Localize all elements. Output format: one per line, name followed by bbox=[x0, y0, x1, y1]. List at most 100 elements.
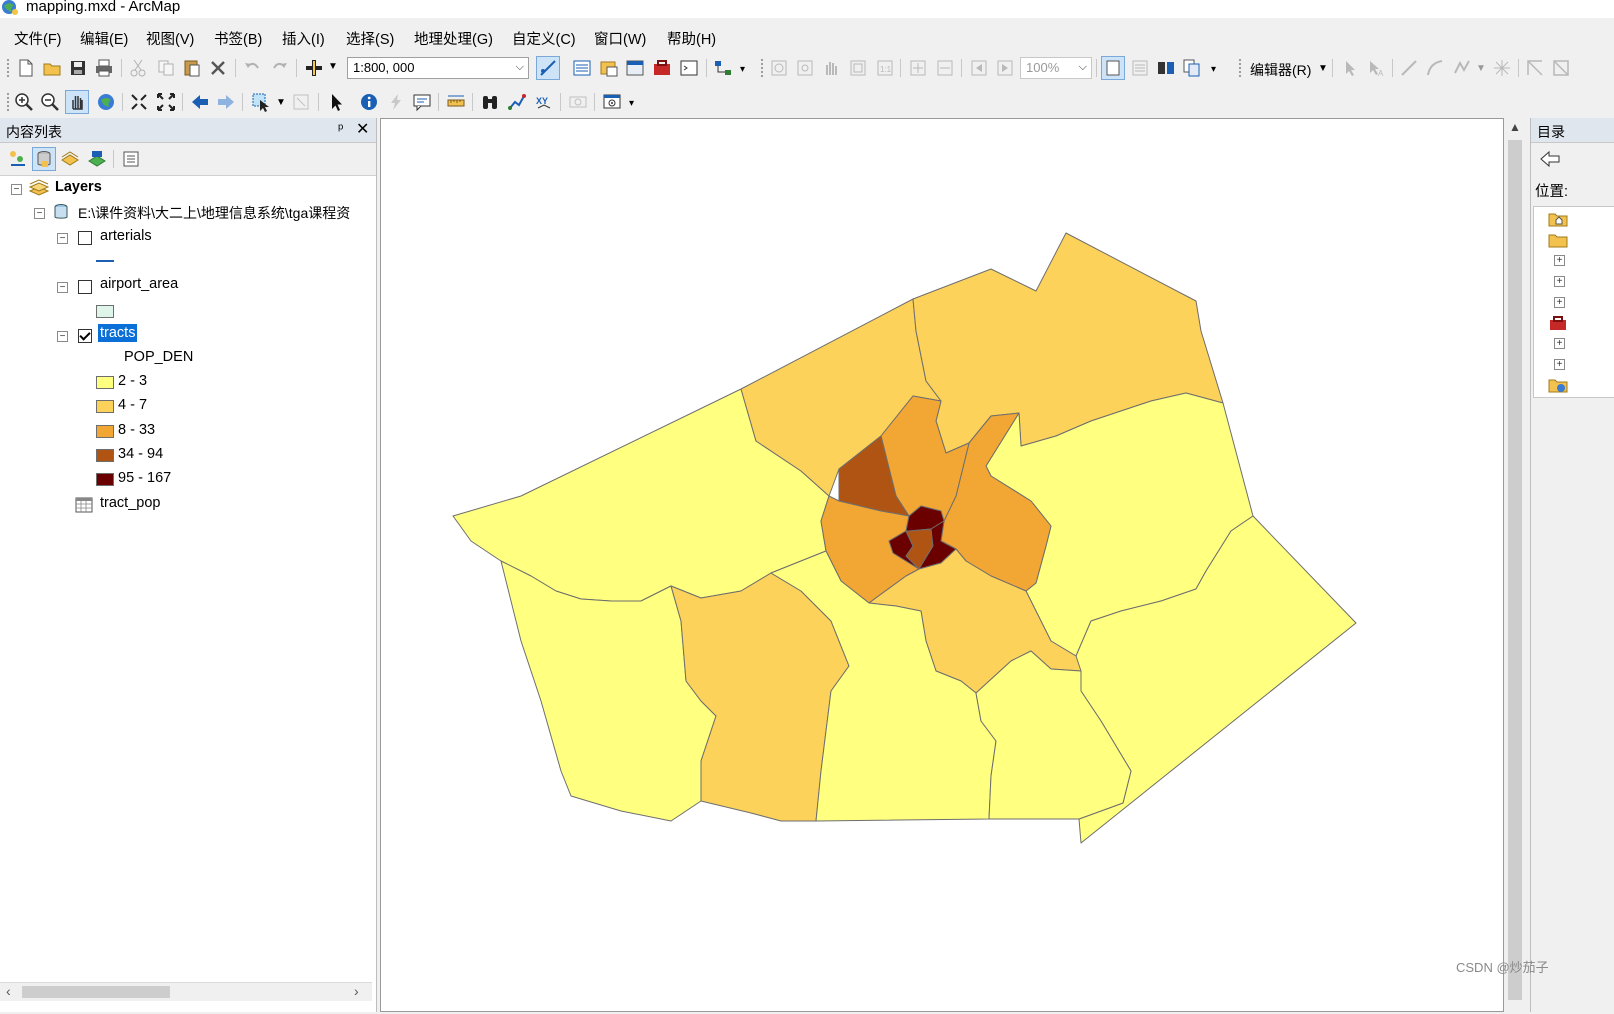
collapse-icon[interactable]: − bbox=[11, 184, 22, 195]
select-features-icon[interactable] bbox=[249, 90, 273, 114]
table-of-contents-icon[interactable] bbox=[570, 56, 594, 80]
cut-icon[interactable] bbox=[126, 56, 150, 80]
legend-swatch[interactable] bbox=[96, 448, 114, 462]
go-back-extent-icon[interactable] bbox=[967, 56, 991, 80]
select-elements-pointer-icon[interactable] bbox=[324, 90, 348, 114]
fixed-zoom-in-icon[interactable] bbox=[906, 56, 930, 80]
legend-swatch[interactable] bbox=[96, 400, 114, 414]
open-folder-icon[interactable] bbox=[40, 56, 64, 80]
undo-icon[interactable] bbox=[240, 56, 264, 80]
scroll-right-icon[interactable]: › bbox=[354, 983, 359, 999]
menu-customize[interactable]: 自定义(C) bbox=[512, 28, 576, 49]
new-document-icon[interactable] bbox=[14, 56, 38, 80]
clear-selection-icon[interactable] bbox=[289, 90, 313, 114]
toolbar-grip[interactable] bbox=[6, 58, 10, 78]
toolbar-grip[interactable] bbox=[6, 92, 10, 112]
layer-visibility-checkbox-arterials[interactable] bbox=[78, 231, 92, 245]
collapse-icon[interactable]: − bbox=[57, 282, 68, 293]
layer-name-airport-area[interactable]: airport_area bbox=[100, 276, 178, 292]
layout-pan-icon[interactable] bbox=[819, 56, 843, 80]
layout-zoom-out-icon[interactable] bbox=[793, 56, 817, 80]
tracts-map[interactable] bbox=[381, 119, 1503, 1011]
change-layout-icon[interactable] bbox=[1154, 56, 1178, 80]
menu-view[interactable]: 视图(V) bbox=[146, 28, 194, 49]
edit-tool-icon[interactable] bbox=[1338, 56, 1362, 80]
scroll-up-icon[interactable]: ▲ bbox=[1509, 120, 1521, 134]
expand-icon[interactable]: + bbox=[1554, 276, 1565, 287]
identify-info-icon[interactable] bbox=[357, 90, 381, 114]
point-icon[interactable] bbox=[1490, 56, 1514, 80]
list-by-source-icon[interactable] bbox=[32, 147, 56, 171]
menu-file[interactable]: 文件(F) bbox=[14, 28, 62, 49]
full-extent-globe-icon[interactable] bbox=[94, 90, 118, 114]
fixed-zoom-out-icon[interactable] bbox=[933, 56, 957, 80]
legend-swatch[interactable] bbox=[96, 473, 114, 487]
toggle-draft-mode-icon[interactable] bbox=[1101, 56, 1125, 80]
menu-windows[interactable]: 窗口(W) bbox=[594, 28, 646, 49]
go-forward-extent-icon[interactable] bbox=[993, 56, 1017, 80]
layer-name-tracts[interactable]: tracts bbox=[98, 324, 138, 342]
go-to-xy-icon[interactable]: XY bbox=[532, 90, 556, 114]
scrollbar-thumb[interactable] bbox=[22, 986, 170, 998]
fixed-zoom-out-arrows-icon[interactable] bbox=[154, 90, 178, 114]
editor-menu-button[interactable]: 编辑器(R) bbox=[1250, 60, 1311, 80]
layout-zoom-in-icon[interactable] bbox=[767, 56, 791, 80]
scrollbar-thumb[interactable] bbox=[1508, 140, 1522, 1000]
time-slider-icon[interactable] bbox=[566, 90, 590, 114]
list-by-visibility-icon[interactable] bbox=[58, 147, 82, 171]
zoom-whole-page-icon[interactable] bbox=[846, 56, 870, 80]
workspace-path[interactable]: E:\课件资料\大二上\地理信息系统\tga课程资 bbox=[78, 203, 350, 223]
options-icon[interactable] bbox=[119, 147, 143, 171]
select-dropdown-icon[interactable]: ▼ bbox=[276, 97, 286, 108]
collapse-icon[interactable]: − bbox=[34, 208, 45, 219]
list-by-selection-icon[interactable] bbox=[85, 147, 109, 171]
expand-icon[interactable]: + bbox=[1554, 338, 1565, 349]
expand-icon[interactable]: + bbox=[1554, 297, 1565, 308]
menu-help[interactable]: 帮助(H) bbox=[667, 28, 716, 49]
toolbar-options-icon[interactable]: ▾ bbox=[1211, 64, 1216, 75]
scroll-left-icon[interactable]: ‹ bbox=[6, 983, 11, 999]
end-point-arc-icon[interactable] bbox=[1423, 56, 1447, 80]
hyperlink-bolt-icon[interactable] bbox=[384, 90, 408, 114]
search-window-icon[interactable] bbox=[623, 56, 647, 80]
expand-icon[interactable]: + bbox=[1554, 255, 1565, 266]
toolbar-grip[interactable] bbox=[760, 58, 764, 78]
collapse-icon[interactable]: − bbox=[57, 233, 68, 244]
save-icon[interactable] bbox=[66, 56, 90, 80]
legend-swatch[interactable] bbox=[96, 376, 114, 389]
python-window-icon[interactable] bbox=[677, 56, 701, 80]
layer-visibility-checkbox-tracts[interactable] bbox=[78, 329, 92, 343]
focus-data-frame-icon[interactable] bbox=[1128, 56, 1152, 80]
measure-ruler-icon[interactable] bbox=[444, 90, 468, 114]
toolbar-options-icon[interactable]: ▾ bbox=[629, 98, 634, 109]
back-arrow-icon[interactable] bbox=[1539, 150, 1561, 171]
delete-icon[interactable] bbox=[206, 56, 230, 80]
editor-toolbar-toggle-icon[interactable] bbox=[536, 56, 560, 80]
home-folder-icon[interactable] bbox=[1548, 211, 1568, 230]
legend-swatch[interactable] bbox=[96, 424, 114, 438]
find-route-icon[interactable] bbox=[505, 90, 529, 114]
table-name-tract-pop[interactable]: tract_pop bbox=[100, 495, 160, 511]
copy-icon[interactable] bbox=[154, 56, 178, 80]
forward-extent-arrow-icon[interactable] bbox=[214, 90, 238, 114]
paste-icon[interactable] bbox=[180, 56, 204, 80]
zoom-in-icon[interactable] bbox=[12, 90, 36, 114]
menu-selection[interactable]: 选择(S) bbox=[346, 28, 394, 49]
print-icon[interactable] bbox=[92, 56, 116, 80]
html-popup-icon[interactable] bbox=[410, 90, 434, 114]
toolboxes-icon[interactable] bbox=[1548, 315, 1568, 334]
expand-icon[interactable]: + bbox=[1554, 359, 1565, 370]
list-by-drawing-order-icon[interactable] bbox=[6, 147, 30, 171]
map-scale-combo[interactable]: 1:800, 000 ⌵ bbox=[347, 57, 529, 79]
fixed-zoom-in-arrows-icon[interactable] bbox=[127, 90, 151, 114]
map-display[interactable] bbox=[380, 118, 1504, 1012]
layout-zoom-combo[interactable]: 100% ⌵ bbox=[1020, 57, 1092, 79]
toolbar-grip[interactable] bbox=[1238, 58, 1242, 78]
add-data-dropdown-icon[interactable]: ▼ bbox=[328, 61, 338, 72]
back-extent-arrow-icon[interactable] bbox=[188, 90, 212, 114]
reshape-icon[interactable] bbox=[1523, 56, 1547, 80]
find-binoculars-icon[interactable] bbox=[478, 90, 502, 114]
menu-bookmarks[interactable]: 书签(B) bbox=[214, 28, 262, 49]
create-viewer-window-icon[interactable] bbox=[600, 90, 624, 114]
add-data-icon[interactable] bbox=[302, 56, 326, 80]
